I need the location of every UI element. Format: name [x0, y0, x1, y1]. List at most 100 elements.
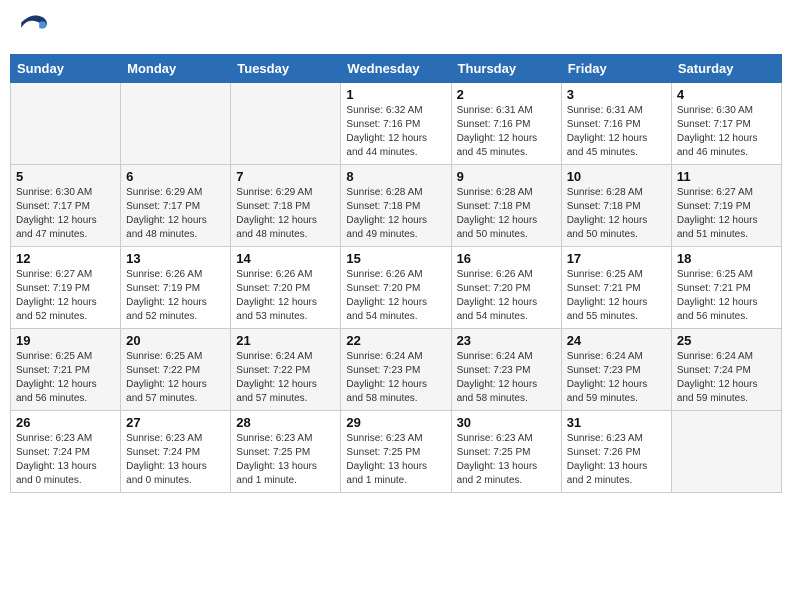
day-info: Sunrise: 6:24 AM Sunset: 7:23 PM Dayligh…: [457, 350, 556, 406]
day-info: Sunrise: 6:29 AM Sunset: 7:18 PM Dayligh…: [236, 186, 335, 242]
weekday-header-thursday: Thursday: [451, 55, 561, 83]
empty-cell: [11, 83, 121, 165]
day-cell-5: 5 Sunrise: 6:30 AM Sunset: 7:17 PM Daylig…: [11, 165, 121, 247]
day-cell-11: 11Sunrise: 6:27 AM Sunset: 7:19 PM Dayli…: [671, 165, 781, 247]
day-number: 20: [126, 333, 225, 348]
weekday-header-row: SundayMondayTuesdayWednesdayThursdayFrid…: [11, 55, 782, 83]
day-cell-27: 27Sunrise: 6:23 AM Sunset: 7:24 PM Dayli…: [121, 411, 231, 493]
day-info: Sunrise: 6:25 AM Sunset: 7:22 PM Dayligh…: [126, 350, 225, 406]
day-number: 1: [346, 87, 445, 102]
day-number: 15: [346, 251, 445, 266]
day-cell-22: 22 Sunrise: 6:24 AM Sunset: 7:23 PM Dayli…: [341, 329, 451, 411]
weekday-header-tuesday: Tuesday: [231, 55, 341, 83]
day-number: 19: [16, 333, 115, 348]
logo-icon: [14, 10, 50, 46]
day-info: Sunrise: 6:28 AM Sunset: 7:18 PM Dayligh…: [346, 186, 445, 242]
day-cell-16: 16 Sunrise: 6:26 AM Sunset: 7:20 PM Dayli…: [451, 247, 561, 329]
day-cell-19: 19 Sunrise: 6:25 AM Sunset: 7:21 PM Dayli…: [11, 329, 121, 411]
day-number: 16: [457, 251, 556, 266]
day-number: 13: [126, 251, 225, 266]
day-info: Sunrise: 6:26 AM Sunset: 7:20 PM Dayligh…: [236, 268, 335, 324]
day-number: 29: [346, 415, 445, 430]
week-row-3: 12 Sunrise: 6:27 AM Sunset: 7:19 PM Dayli…: [11, 247, 782, 329]
day-cell-24: 24Sunrise: 6:24 AM Sunset: 7:23 PM Dayli…: [561, 329, 671, 411]
weekday-header-wednesday: Wednesday: [341, 55, 451, 83]
day-cell-1: 1Sunrise: 6:32 AM Sunset: 7:16 PM Daylig…: [341, 83, 451, 165]
day-info: Sunrise: 6:28 AM Sunset: 7:18 PM Dayligh…: [457, 186, 556, 242]
empty-cell: [671, 411, 781, 493]
day-info: Sunrise: 6:25 AM Sunset: 7:21 PM Dayligh…: [677, 268, 776, 324]
weekday-header-sunday: Sunday: [11, 55, 121, 83]
day-number: 9: [457, 169, 556, 184]
page-header: [10, 10, 782, 46]
week-row-2: 5 Sunrise: 6:30 AM Sunset: 7:17 PM Daylig…: [11, 165, 782, 247]
day-info: Sunrise: 6:27 AM Sunset: 7:19 PM Dayligh…: [16, 268, 115, 324]
day-info: Sunrise: 6:24 AM Sunset: 7:24 PM Dayligh…: [677, 350, 776, 406]
logo: [14, 10, 56, 46]
day-cell-15: 15 Sunrise: 6:26 AM Sunset: 7:20 PM Dayli…: [341, 247, 451, 329]
day-number: 7: [236, 169, 335, 184]
weekday-header-saturday: Saturday: [671, 55, 781, 83]
day-cell-4: 4Sunrise: 6:30 AM Sunset: 7:17 PM Daylig…: [671, 83, 781, 165]
day-info: Sunrise: 6:23 AM Sunset: 7:25 PM Dayligh…: [346, 432, 445, 488]
day-number: 18: [677, 251, 776, 266]
day-number: 27: [126, 415, 225, 430]
day-number: 14: [236, 251, 335, 266]
day-cell-17: 17 Sunrise: 6:25 AM Sunset: 7:21 PM Dayli…: [561, 247, 671, 329]
day-number: 6: [126, 169, 225, 184]
day-cell-23: 23 Sunrise: 6:24 AM Sunset: 7:23 PM Dayli…: [451, 329, 561, 411]
day-cell-12: 12 Sunrise: 6:27 AM Sunset: 7:19 PM Dayli…: [11, 247, 121, 329]
day-info: Sunrise: 6:26 AM Sunset: 7:20 PM Dayligh…: [457, 268, 556, 324]
day-number: 21: [236, 333, 335, 348]
weekday-header-friday: Friday: [561, 55, 671, 83]
day-cell-9: 9 Sunrise: 6:28 AM Sunset: 7:18 PM Daylig…: [451, 165, 561, 247]
day-info: Sunrise: 6:27 AM Sunset: 7:19 PM Dayligh…: [677, 186, 776, 242]
day-info: Sunrise: 6:30 AM Sunset: 7:17 PM Dayligh…: [16, 186, 115, 242]
day-cell-8: 8 Sunrise: 6:28 AM Sunset: 7:18 PM Daylig…: [341, 165, 451, 247]
day-number: 31: [567, 415, 666, 430]
day-info: Sunrise: 6:23 AM Sunset: 7:24 PM Dayligh…: [16, 432, 115, 488]
day-info: Sunrise: 6:26 AM Sunset: 7:19 PM Dayligh…: [126, 268, 225, 324]
day-info: Sunrise: 6:28 AM Sunset: 7:18 PM Dayligh…: [567, 186, 666, 242]
day-cell-30: 30 Sunrise: 6:23 AM Sunset: 7:25 PM Dayli…: [451, 411, 561, 493]
day-number: 25: [677, 333, 776, 348]
day-number: 26: [16, 415, 115, 430]
day-info: Sunrise: 6:23 AM Sunset: 7:26 PM Dayligh…: [567, 432, 666, 488]
day-cell-28: 28Sunrise: 6:23 AM Sunset: 7:25 PM Dayli…: [231, 411, 341, 493]
day-number: 22: [346, 333, 445, 348]
day-number: 23: [457, 333, 556, 348]
day-cell-20: 20 Sunrise: 6:25 AM Sunset: 7:22 PM Dayli…: [121, 329, 231, 411]
day-info: Sunrise: 6:25 AM Sunset: 7:21 PM Dayligh…: [16, 350, 115, 406]
day-number: 4: [677, 87, 776, 102]
week-row-5: 26 Sunrise: 6:23 AM Sunset: 7:24 PM Dayli…: [11, 411, 782, 493]
day-cell-25: 25 Sunrise: 6:24 AM Sunset: 7:24 PM Dayli…: [671, 329, 781, 411]
day-cell-10: 10 Sunrise: 6:28 AM Sunset: 7:18 PM Dayli…: [561, 165, 671, 247]
day-info: Sunrise: 6:24 AM Sunset: 7:22 PM Dayligh…: [236, 350, 335, 406]
day-info: Sunrise: 6:29 AM Sunset: 7:17 PM Dayligh…: [126, 186, 225, 242]
day-cell-6: 6 Sunrise: 6:29 AM Sunset: 7:17 PM Daylig…: [121, 165, 231, 247]
day-cell-31: 31 Sunrise: 6:23 AM Sunset: 7:26 PM Dayli…: [561, 411, 671, 493]
day-number: 5: [16, 169, 115, 184]
calendar-table: SundayMondayTuesdayWednesdayThursdayFrid…: [10, 54, 782, 493]
day-number: 10: [567, 169, 666, 184]
day-number: 3: [567, 87, 666, 102]
day-info: Sunrise: 6:26 AM Sunset: 7:20 PM Dayligh…: [346, 268, 445, 324]
day-cell-14: 14 Sunrise: 6:26 AM Sunset: 7:20 PM Dayli…: [231, 247, 341, 329]
day-cell-13: 13 Sunrise: 6:26 AM Sunset: 7:19 PM Dayli…: [121, 247, 231, 329]
day-info: Sunrise: 6:24 AM Sunset: 7:23 PM Dayligh…: [346, 350, 445, 406]
day-info: Sunrise: 6:25 AM Sunset: 7:21 PM Dayligh…: [567, 268, 666, 324]
day-number: 8: [346, 169, 445, 184]
day-number: 12: [16, 251, 115, 266]
day-number: 28: [236, 415, 335, 430]
empty-cell: [231, 83, 341, 165]
day-number: 17: [567, 251, 666, 266]
day-number: 2: [457, 87, 556, 102]
day-cell-7: 7 Sunrise: 6:29 AM Sunset: 7:18 PM Daylig…: [231, 165, 341, 247]
day-number: 30: [457, 415, 556, 430]
day-info: Sunrise: 6:23 AM Sunset: 7:25 PM Dayligh…: [457, 432, 556, 488]
day-info: Sunrise: 6:31 AM Sunset: 7:16 PM Dayligh…: [457, 104, 556, 160]
day-cell-18: 18 Sunrise: 6:25 AM Sunset: 7:21 PM Dayli…: [671, 247, 781, 329]
day-cell-3: 3 Sunrise: 6:31 AM Sunset: 7:16 PM Daylig…: [561, 83, 671, 165]
day-cell-2: 2 Sunrise: 6:31 AM Sunset: 7:16 PM Daylig…: [451, 83, 561, 165]
day-info: Sunrise: 6:31 AM Sunset: 7:16 PM Dayligh…: [567, 104, 666, 160]
